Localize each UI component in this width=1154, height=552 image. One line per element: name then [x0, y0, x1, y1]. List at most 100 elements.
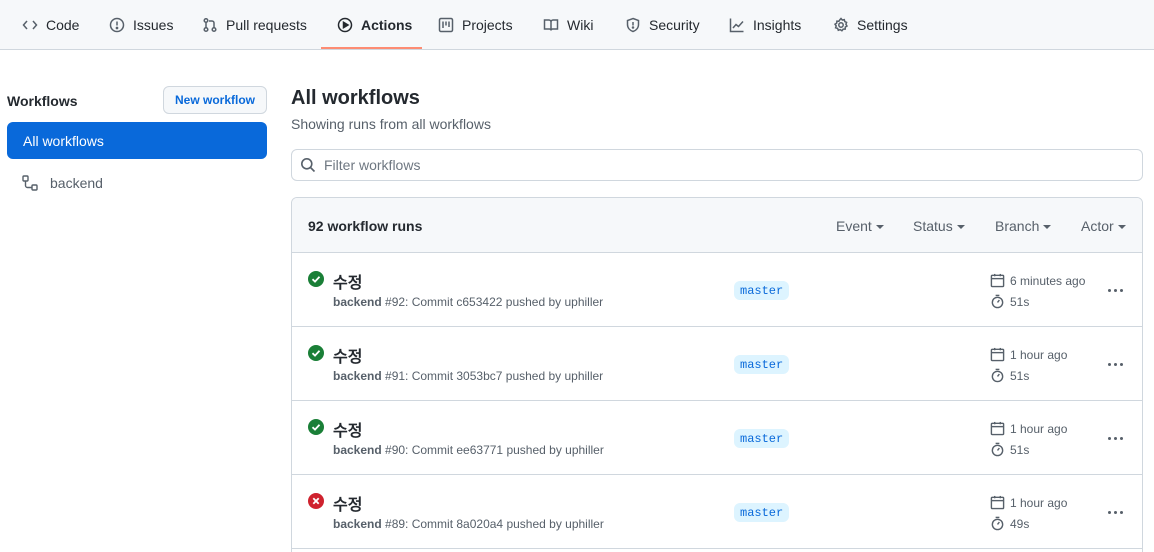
caret-down-icon	[956, 225, 965, 229]
stopwatch-icon	[991, 442, 1004, 457]
filter-workflows-field[interactable]	[291, 149, 1143, 181]
active-tab-underline	[321, 47, 422, 49]
actor-filter-label: Actor	[1081, 218, 1114, 234]
tab-insights[interactable]: Insights	[721, 0, 809, 50]
run-menu-button[interactable]	[1104, 428, 1126, 448]
run-workflow-name: backend	[333, 517, 382, 531]
run-duration: 49s	[990, 516, 1029, 531]
sidebar-item-all-workflows[interactable]: All workflows	[7, 122, 267, 159]
sidebar-title: Workflows	[7, 93, 78, 109]
repo-nav: Code Issues Pull requests Actions Projec…	[0, 0, 1154, 50]
pull-request-icon	[203, 17, 217, 33]
run-meta: backend #91: Commit 3053bc7 pushed by up…	[333, 369, 603, 383]
run-menu-button[interactable]	[1104, 280, 1126, 300]
sidebar-item-label: All workflows	[23, 132, 104, 149]
new-workflow-button[interactable]: New workflow	[163, 86, 267, 114]
tab-projects-label: Projects	[462, 17, 513, 33]
branch-label[interactable]: master	[734, 281, 790, 300]
run-workflow-name: backend	[333, 369, 382, 383]
tab-projects[interactable]: Projects	[430, 0, 521, 50]
run-title[interactable]: 수정	[333, 269, 362, 293]
caret-down-icon	[1043, 225, 1052, 229]
workflow-run-row[interactable]: 수정 backend #90: Commit ee63771 pushed by…	[292, 401, 1142, 475]
run-duration: 51s	[990, 368, 1029, 383]
page-subtitle: Showing runs from all workflows	[291, 116, 491, 132]
tab-security[interactable]: Security	[617, 0, 708, 50]
tab-pull-requests[interactable]: Pull requests	[194, 0, 315, 50]
run-title[interactable]: 수정	[333, 343, 362, 367]
tab-settings-label: Settings	[857, 17, 908, 33]
runs-count: 92 workflow runs	[308, 218, 423, 234]
calendar-icon	[990, 495, 1005, 510]
workflow-runs-list: 92 workflow runs Event Status Branch Act…	[291, 197, 1143, 552]
caret-down-icon	[875, 225, 884, 229]
branch-label[interactable]: master	[734, 355, 790, 374]
tab-settings[interactable]: Settings	[825, 0, 916, 50]
tab-wiki[interactable]: Wiki	[535, 0, 601, 50]
branch-filter-button[interactable]: Branch	[995, 218, 1052, 234]
run-title[interactable]: 수정	[333, 491, 362, 515]
shield-icon	[626, 17, 640, 33]
code-icon	[22, 20, 38, 30]
x-circle-icon	[308, 493, 324, 509]
run-workflow-name: backend	[333, 443, 382, 457]
tab-security-label: Security	[649, 17, 700, 33]
gear-icon	[833, 17, 849, 32]
branch-label[interactable]: master	[734, 503, 790, 522]
run-time: 6 minutes ago	[990, 273, 1085, 288]
run-description: #89: Commit 8a020a4 pushed by uphiller	[385, 517, 604, 531]
page-title: All workflows	[291, 87, 420, 109]
sidebar-item-backend[interactable]: backend	[7, 167, 267, 199]
run-description: #90: Commit ee63771 pushed by uphiller	[385, 443, 604, 457]
run-description: #91: Commit 3053bc7 pushed by uphiller	[385, 369, 604, 383]
stopwatch-icon	[991, 294, 1004, 309]
run-meta: backend #90: Commit ee63771 pushed by up…	[333, 443, 604, 457]
status-filter-label: Status	[913, 218, 953, 234]
run-duration-label: 51s	[1010, 294, 1030, 309]
tab-code[interactable]: Code	[14, 0, 87, 50]
filter-workflows-input[interactable]	[324, 157, 1104, 173]
run-duration: 51s	[990, 442, 1029, 457]
search-icon	[301, 158, 316, 173]
calendar-icon	[990, 421, 1005, 436]
branch-label[interactable]: master	[734, 429, 790, 448]
event-filter-label: Event	[836, 218, 872, 234]
run-workflow-name: backend	[333, 295, 382, 309]
tab-insights-label: Insights	[753, 17, 802, 33]
run-duration-label: 49s	[1010, 516, 1030, 531]
run-time: 1 hour ago	[990, 347, 1067, 362]
tab-pull-requests-label: Pull requests	[226, 17, 307, 33]
workflow-run-row[interactable]: 수정 backend #92: Commit c653422 pushed by…	[292, 253, 1142, 327]
run-duration-label: 51s	[1010, 442, 1030, 457]
run-duration-label: 51s	[1010, 368, 1030, 383]
run-duration: 51s	[990, 294, 1029, 309]
run-menu-button[interactable]	[1104, 502, 1126, 522]
branch-filter-label: Branch	[995, 218, 1040, 234]
runs-header: 92 workflow runs Event Status Branch Act…	[292, 198, 1142, 253]
workflow-run-row[interactable]: 수정 backend #89: Commit 8a020a4 pushed by…	[292, 475, 1142, 549]
event-filter-button[interactable]: Event	[836, 218, 884, 234]
tab-actions-label: Actions	[361, 17, 413, 33]
workflow-icon	[22, 175, 38, 191]
status-filter-button[interactable]: Status	[913, 218, 965, 234]
workflow-run-row[interactable]: 수정 backend #91: Commit 3053bc7 pushed by…	[292, 327, 1142, 401]
tab-issues-label: Issues	[133, 17, 174, 33]
run-time: 1 hour ago	[990, 421, 1067, 436]
tab-actions[interactable]: Actions	[329, 0, 420, 50]
actor-filter-button[interactable]: Actor	[1081, 218, 1126, 234]
caret-down-icon	[1117, 225, 1126, 229]
run-description: #92: Commit c653422 pushed by uphiller	[385, 295, 604, 309]
run-title[interactable]: 수정	[333, 417, 362, 441]
run-time-label: 1 hour ago	[1010, 347, 1068, 362]
tab-code-label: Code	[46, 17, 80, 33]
sidebar-item-label: backend	[50, 175, 103, 191]
project-icon	[438, 17, 454, 33]
run-time: 1 hour ago	[990, 495, 1067, 510]
issue-icon	[109, 17, 125, 33]
graph-icon	[729, 18, 744, 33]
tab-issues[interactable]: Issues	[101, 0, 181, 50]
run-menu-button[interactable]	[1104, 354, 1126, 374]
check-circle-icon	[308, 271, 324, 287]
run-meta: backend #92: Commit c653422 pushed by up…	[333, 295, 603, 309]
run-meta: backend #89: Commit 8a020a4 pushed by up…	[333, 517, 604, 531]
